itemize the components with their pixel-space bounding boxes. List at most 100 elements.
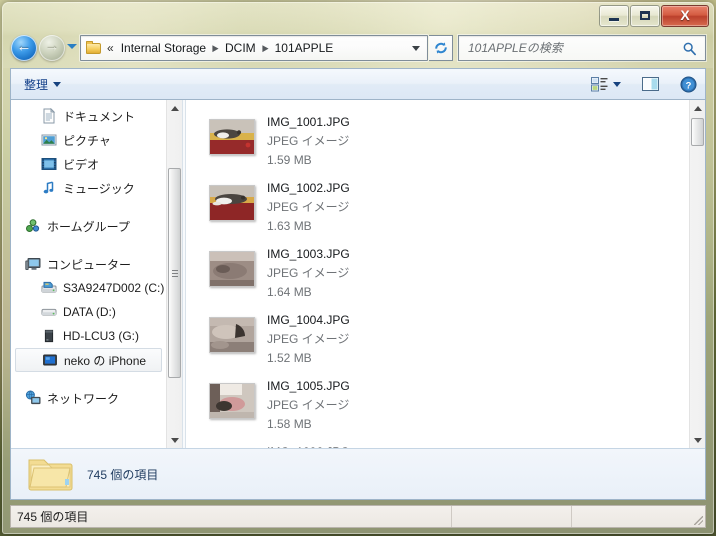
organize-label: 整理	[24, 77, 49, 92]
file-thumbnail	[209, 383, 255, 419]
list-item[interactable]: IMG_1006.JPG	[198, 438, 689, 448]
file-list-pane: IMG_1001.JPG JPEG イメージ 1.59 MB IMG_1002.…	[186, 100, 705, 448]
sidebar-item-label: S3A9247D002 (C:)	[63, 281, 165, 295]
list-item[interactable]: IMG_1001.JPG JPEG イメージ 1.59 MB	[198, 108, 689, 174]
video-icon	[41, 156, 57, 172]
sidebar-item-external-drive[interactable]: HD-LCU3 (G:)	[11, 324, 166, 348]
breadcrumb-separator-icon[interactable]: ▶	[259, 43, 271, 54]
file-thumbnail	[209, 317, 255, 353]
file-name: IMG_1002.JPG	[267, 181, 350, 195]
explorer-content: ドキュメント ピクチャ ビデオ ミュージック ホームグループ コンピューター S…	[10, 99, 706, 500]
file-meta: IMG_1006.JPG	[267, 441, 350, 448]
sidebar-item-label: ホームグループ	[47, 219, 130, 234]
scroll-up-button[interactable]	[690, 100, 705, 116]
file-size: 1.63 MB	[267, 219, 312, 233]
list-item[interactable]: IMG_1002.JPG JPEG イメージ 1.63 MB	[198, 174, 689, 240]
file-name: IMG_1006.JPG	[267, 443, 350, 448]
scrollbar-thumb[interactable]	[168, 168, 181, 378]
file-meta: IMG_1005.JPG JPEG イメージ 1.58 MB	[267, 375, 350, 434]
file-name: IMG_1001.JPG	[267, 115, 350, 129]
sidebar-item-pictures[interactable]: ピクチャ	[11, 128, 166, 152]
change-view-button[interactable]	[583, 72, 629, 97]
chevron-up-icon	[170, 105, 179, 111]
file-type: JPEG イメージ	[267, 200, 350, 214]
breadcrumb-internal-storage[interactable]: Internal Storage	[118, 38, 209, 58]
chevron-down-icon	[613, 81, 621, 87]
sidebar-item-homegroup[interactable]: ホームグループ	[11, 214, 166, 238]
folder-icon	[27, 454, 73, 494]
homegroup-icon	[25, 218, 41, 234]
sidebar-item-system-drive[interactable]: S3A9247D002 (C:)	[11, 276, 166, 300]
breadcrumb-separator-icon[interactable]: ▶	[210, 43, 222, 54]
sidebar-item-network[interactable]: ネットワーク	[11, 386, 166, 410]
details-item-count: 745 個の項目	[87, 467, 159, 482]
scroll-down-button[interactable]	[167, 432, 182, 448]
sidebar-item-label: HD-LCU3 (G:)	[63, 329, 140, 343]
sidebar-item-computer[interactable]: コンピューター	[11, 252, 166, 276]
sidebar-item-music[interactable]: ミュージック	[11, 176, 166, 200]
file-size: 1.52 MB	[267, 351, 312, 365]
scrollbar-thumb[interactable]	[691, 118, 704, 146]
nav-group-gap	[11, 372, 166, 386]
sidebar-item-label: ビデオ	[63, 157, 100, 172]
forward-arrow-icon: →	[44, 38, 60, 55]
sidebar-item-label: ドキュメント	[63, 109, 136, 124]
breadcrumb-101apple[interactable]: 101APPLE	[272, 38, 337, 58]
status-bar: 745 個の項目	[10, 505, 706, 528]
nav-group-gap	[11, 200, 166, 214]
sidebar-item-videos[interactable]: ビデオ	[11, 152, 166, 176]
command-bar: 整理 ?	[10, 68, 706, 99]
breadcrumb-dcim[interactable]: DCIM	[222, 38, 259, 58]
file-size: 1.64 MB	[267, 285, 312, 299]
navigation-list: ドキュメント ピクチャ ビデオ ミュージック ホームグループ コンピューター S…	[11, 100, 166, 448]
file-list-scrollbar[interactable]	[689, 100, 705, 448]
title-bar: X	[2, 2, 714, 30]
status-cell	[571, 506, 691, 527]
list-item[interactable]: IMG_1005.JPG JPEG イメージ 1.58 MB	[198, 372, 689, 438]
minimize-button[interactable]	[599, 5, 629, 27]
preview-pane-button[interactable]	[634, 72, 667, 97]
scroll-up-button[interactable]	[167, 100, 182, 116]
history-dropdown-icon[interactable]	[67, 44, 77, 49]
file-thumbnail	[209, 251, 255, 287]
navigation-scrollbar[interactable]	[166, 100, 182, 448]
file-meta: IMG_1004.JPG JPEG イメージ 1.52 MB	[267, 309, 350, 368]
file-type: JPEG イメージ	[267, 266, 350, 280]
external-drive-icon	[41, 328, 57, 344]
refresh-icon	[434, 42, 447, 54]
maximize-button[interactable]	[630, 5, 660, 27]
search-box[interactable]	[458, 35, 706, 61]
minimize-icon	[609, 18, 619, 21]
iphone-icon	[42, 352, 58, 368]
breadcrumb-overflow-icon[interactable]: «	[105, 41, 118, 55]
file-size: 1.59 MB	[267, 153, 312, 167]
system-drive-icon	[41, 280, 57, 296]
sidebar-item-documents[interactable]: ドキュメント	[11, 104, 166, 128]
explorer-window: X ← → « Internal Storage ▶ DCIM ▶ 101APP…	[2, 2, 714, 534]
search-input[interactable]	[466, 36, 682, 60]
forward-button[interactable]: →	[39, 35, 65, 61]
address-bar-row: ← → « Internal Storage ▶ DCIM ▶ 101APPLE	[2, 30, 714, 68]
list-item[interactable]: IMG_1004.JPG JPEG イメージ 1.52 MB	[198, 306, 689, 372]
details-pane: 745 個の項目	[11, 448, 705, 499]
sidebar-item-data-drive[interactable]: DATA (D:)	[11, 300, 166, 324]
sidebar-item-iphone[interactable]: neko の iPhone	[15, 348, 162, 372]
help-button[interactable]: ?	[672, 72, 705, 97]
list-item[interactable]: IMG_1003.JPG JPEG イメージ 1.64 MB	[198, 240, 689, 306]
folder-icon	[86, 41, 102, 55]
file-thumbnail	[209, 185, 255, 221]
file-meta: IMG_1002.JPG JPEG イメージ 1.63 MB	[267, 177, 350, 236]
view-mode-icon	[591, 76, 608, 91]
scroll-down-button[interactable]	[690, 432, 705, 448]
sidebar-item-label: コンピューター	[47, 257, 132, 272]
address-bar[interactable]: « Internal Storage ▶ DCIM ▶ 101APPLE	[80, 35, 428, 61]
close-button[interactable]: X	[661, 5, 709, 27]
resize-grip[interactable]	[691, 506, 705, 527]
file-name: IMG_1005.JPG	[267, 379, 350, 393]
address-dropdown-icon[interactable]	[412, 45, 420, 51]
back-button[interactable]: ←	[11, 35, 37, 61]
refresh-button[interactable]	[429, 35, 453, 61]
organize-button[interactable]: 整理	[16, 72, 69, 97]
file-name: IMG_1003.JPG	[267, 247, 350, 261]
chevron-down-icon	[53, 81, 62, 87]
